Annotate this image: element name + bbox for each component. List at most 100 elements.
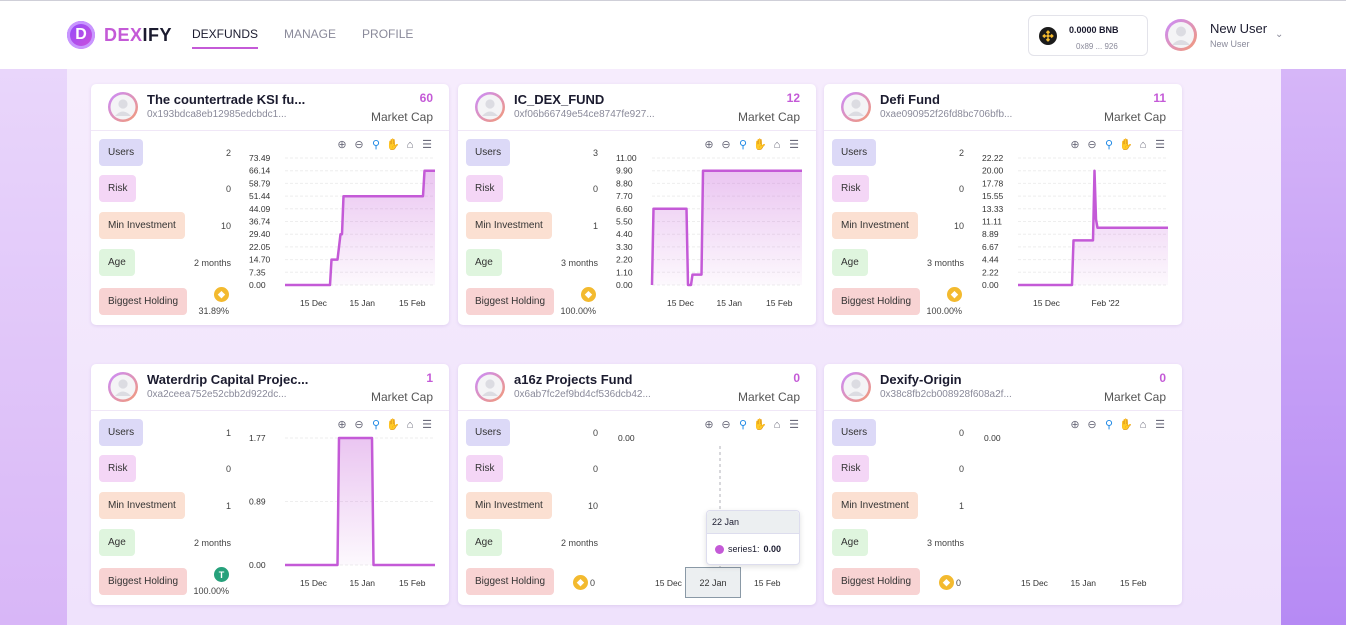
fund-name[interactable]: The countertrade KSI fu...	[147, 92, 305, 107]
biggest-holding-label: Biggest Holding	[466, 288, 555, 315]
x-tick-label: 15 Feb	[1120, 578, 1147, 588]
biggest-holding-label: Biggest Holding	[99, 288, 188, 315]
age-label: Age	[99, 529, 135, 556]
y-tick-label: 4.44	[982, 255, 999, 265]
y-tick-label: 3.30	[616, 242, 633, 252]
y-tick-label: 5.50	[616, 217, 633, 227]
bnb-icon: ◆	[947, 287, 962, 302]
y-tick-label: 0.00	[984, 433, 1001, 443]
min-investment-value: 10	[587, 501, 598, 511]
fund-name[interactable]: Dexify-Origin	[880, 372, 962, 387]
y-tick-label: 44.09	[249, 204, 271, 214]
min-investment-label: Min Investment	[99, 212, 185, 239]
fund-chart[interactable]: 73.49 66.14 58.79 51.44 44.09 36.74 29.40 22.05…	[241, 146, 441, 316]
fund-chart[interactable]: 11.00 9.90 8.80 7.70 6.60 5.50 4.40 3.30 2.20 1.1…	[608, 146, 808, 316]
fund-avatar	[108, 92, 138, 122]
series-marker-icon	[715, 544, 724, 554]
y-tick-label: 0.00	[618, 433, 635, 443]
age-label: Age	[99, 249, 135, 276]
y-tick-label: 0.00	[249, 560, 266, 570]
fund-card[interactable]: The countertrade KSI fu... 0x193bdca8eb1…	[91, 84, 449, 325]
y-tick-label: 22.22	[982, 153, 1004, 163]
x-tick-label: 15 Dec	[300, 298, 328, 308]
bnb-icon: ◆	[581, 287, 596, 302]
fund-card[interactable]: IC_DEX_FUND 0xf06b66749e54ce8747fe927...…	[458, 84, 816, 325]
fund-name[interactable]: a16z Projects Fund	[514, 372, 632, 387]
fund-card[interactable]: Defi Fund 0xae090952f26fd8bc706bfb... 11…	[824, 84, 1182, 325]
fund-address: 0x193bdca8eb12985edcbdc1...	[147, 109, 287, 120]
fund-address: 0x38c8fb2cb008928f608a2f...	[880, 389, 1012, 400]
chart-tooltip: 22 Jan series1: 0.00	[706, 510, 800, 565]
x-tick-label: 15 Feb	[766, 298, 793, 308]
risk-label: Risk	[466, 175, 504, 202]
y-tick-label: 2.20	[616, 255, 633, 265]
users-label: Users	[832, 419, 877, 446]
market-cap-value: 1	[426, 371, 433, 385]
fund-name[interactable]: Defi Fund	[880, 92, 940, 107]
min-investment-label: Min Investment	[832, 212, 918, 239]
top-navbar: D DEXIFY DEXFUNDS MANAGE PROFILE 0.0000 …	[0, 0, 1346, 69]
age-value: 2 months	[193, 258, 231, 268]
x-tick-label: 15 Dec	[1033, 298, 1061, 308]
fund-chart[interactable]: 1.77 0.89 0.00 15 Dec 15 Jan 15 Feb	[241, 426, 441, 596]
x-tick-label: 15 Dec	[300, 578, 328, 588]
risk-value: 0	[958, 464, 964, 474]
age-label: Age	[466, 529, 502, 556]
fund-card[interactable]: Dexify-Origin 0x38c8fb2cb008928f608a2f..…	[824, 364, 1182, 605]
nav-manage[interactable]: MANAGE	[284, 27, 336, 49]
market-cap-label: Market Cap	[737, 110, 800, 124]
min-investment-label: Min Investment	[466, 212, 552, 239]
holding-percent: 0	[956, 578, 962, 588]
y-tick-label: 51.44	[249, 191, 271, 201]
users-value: 3	[592, 148, 598, 158]
y-tick-label: 1.77	[249, 433, 266, 443]
users-value: 2	[225, 148, 231, 158]
risk-value: 0	[592, 184, 598, 194]
y-tick-label: 0.00	[616, 280, 633, 290]
user-subtitle: New User	[1210, 39, 1250, 49]
holding-percent: 100.00%	[193, 586, 229, 596]
tooltip-value: 0.00	[763, 544, 782, 554]
risk-label: Risk	[99, 175, 137, 202]
fund-name[interactable]: Waterdrip Capital Projec...	[147, 372, 308, 387]
fund-avatar	[108, 372, 138, 402]
min-investment-value: 1	[592, 221, 598, 231]
logo[interactable]: D DEXIFY	[67, 21, 172, 49]
fund-avatar	[475, 372, 505, 402]
nav-dexfunds[interactable]: DEXFUNDS	[192, 27, 259, 49]
series-area	[652, 170, 802, 285]
y-tick-label: 11.00	[616, 153, 637, 163]
fund-name[interactable]: IC_DEX_FUND	[514, 92, 604, 107]
users-label: Users	[466, 139, 511, 166]
card-divider	[824, 130, 1182, 131]
market-cap-label: Market Cap	[370, 390, 433, 404]
y-tick-label: 8.89	[982, 229, 999, 239]
fund-card[interactable]: a16z Projects Fund 0x6ab7fc2ef9bd4cf536d…	[458, 364, 816, 605]
wallet-balance-button[interactable]: 0.0000 BNB 0x89 ... 926	[1028, 15, 1148, 56]
x-tick-label: 15 Feb	[754, 578, 781, 588]
y-tick-label: 6.67	[982, 242, 999, 252]
fund-card[interactable]: Waterdrip Capital Projec... 0xa2ceea752e…	[91, 364, 449, 605]
bnb-icon: ◆	[939, 575, 954, 590]
fund-chart[interactable]: 22.22 20.00 17.78 15.55 13.33 11.11 8.89 6.67 4.…	[974, 146, 1174, 316]
fund-avatar	[475, 92, 505, 122]
x-tick-label: 15 Dec	[1021, 578, 1049, 588]
x-tick-label: 15 Dec	[667, 298, 695, 308]
nav-profile[interactable]: PROFILE	[362, 27, 413, 49]
series-area	[285, 170, 435, 285]
y-tick-label: 0.89	[249, 497, 266, 507]
fund-chart[interactable]: 0.00 15 Dec 15 Jan 15 Feb	[974, 426, 1174, 596]
y-tick-label: 6.60	[616, 204, 633, 214]
market-cap-label: Market Cap	[1103, 110, 1166, 124]
x-tick-label: 15 Jan	[350, 298, 376, 308]
brand-name: DEXIFY	[104, 24, 173, 45]
age-value: 3 months	[926, 258, 964, 268]
risk-value: 0	[592, 464, 598, 474]
x-tick-label: 15 Jan	[350, 578, 376, 588]
chart-crosshair-xlabel: 22 Jan	[685, 567, 741, 598]
y-tick-label: 66.14	[249, 166, 271, 176]
y-tick-label: 11.11	[982, 217, 1002, 227]
wallet-address: 0x89 ... 926	[1076, 42, 1118, 51]
market-cap-label: Market Cap	[1103, 390, 1166, 404]
y-tick-label: 29.40	[249, 229, 271, 239]
